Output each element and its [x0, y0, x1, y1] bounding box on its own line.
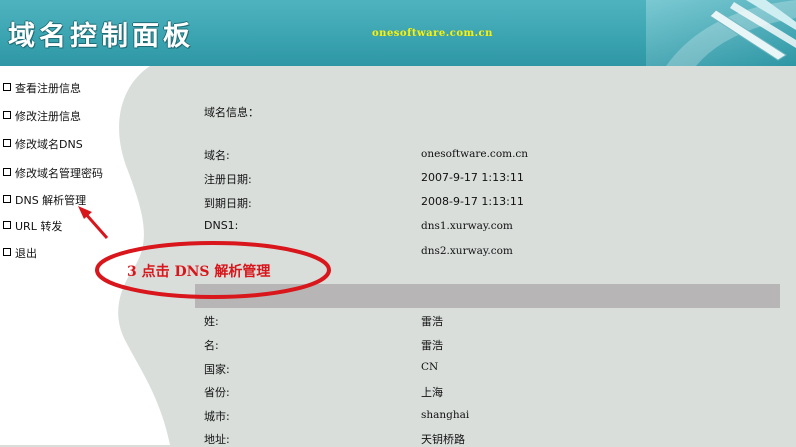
annotation-overlay: [78, 206, 331, 299]
annotation-text: 3 点击 DNS 解析管理: [127, 264, 271, 280]
